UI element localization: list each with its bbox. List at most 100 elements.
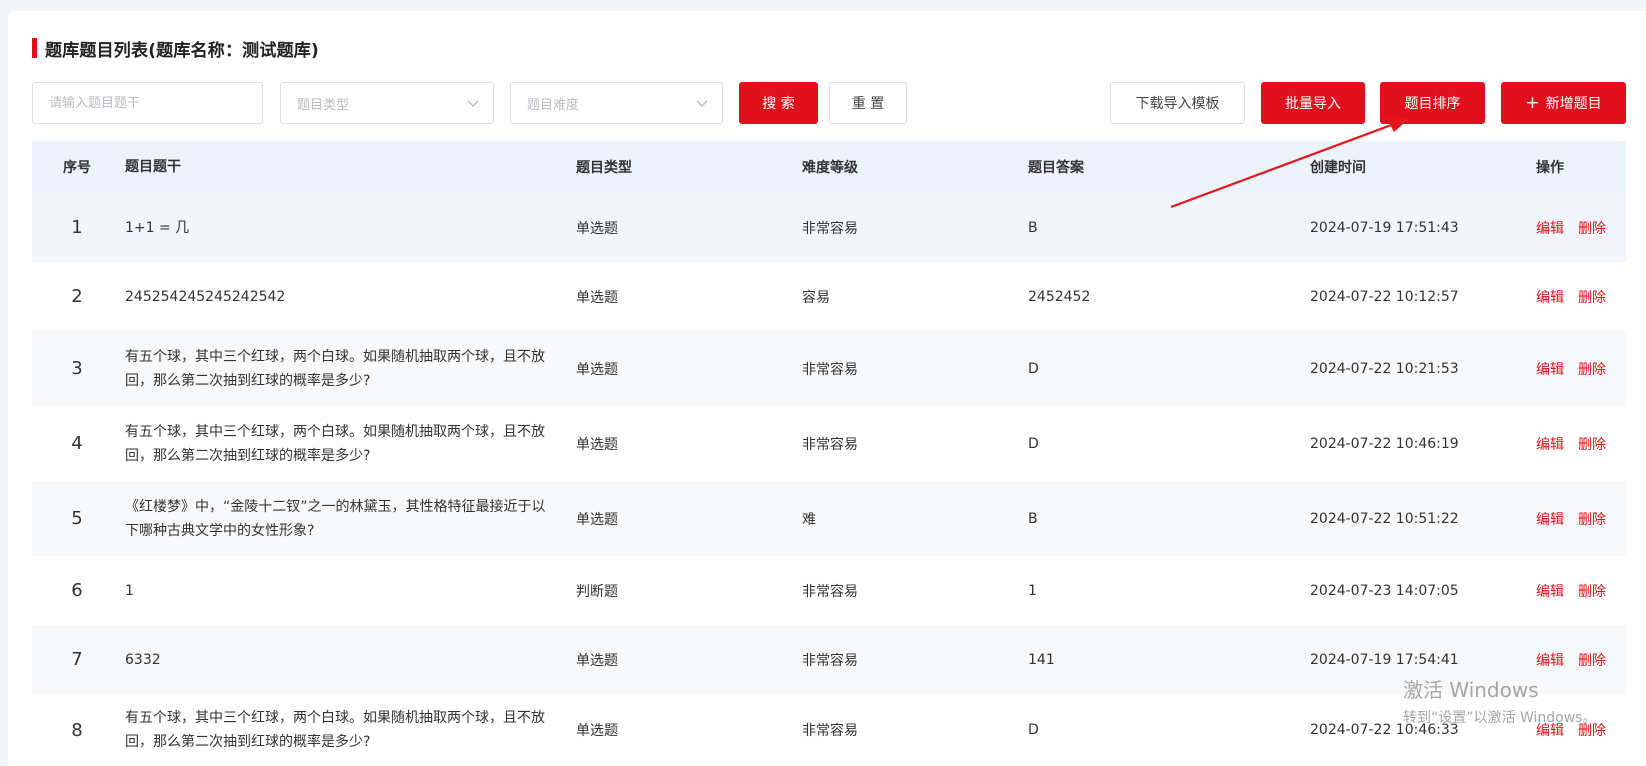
row-index: 1	[71, 217, 83, 238]
row-answer: D	[1028, 435, 1039, 452]
row-type: 单选题	[576, 652, 618, 669]
row-created: 2024-07-22 10:46:19	[1310, 435, 1459, 452]
batch-import-button[interactable]: 批量导入	[1261, 82, 1365, 124]
row-stem: 6332	[125, 651, 161, 668]
row-type: 单选题	[576, 511, 618, 528]
download-template-button[interactable]: 下载导入模板	[1110, 82, 1245, 124]
edit-link[interactable]: 编辑	[1536, 509, 1564, 529]
row-type: 单选题	[576, 289, 618, 306]
row-actions: 编辑 删除	[1536, 434, 1626, 454]
delete-link[interactable]: 删除	[1578, 359, 1606, 379]
row-answer: D	[1028, 722, 1039, 738]
chevron-down-icon	[696, 100, 708, 107]
row-index: 2	[71, 286, 83, 307]
row-difficulty: 非常容易	[802, 723, 858, 739]
row-created: 2024-07-22 10:12:57	[1310, 288, 1459, 305]
col-header-stem: 题目题干	[125, 159, 181, 175]
edit-link[interactable]: 编辑	[1536, 218, 1564, 238]
delete-link[interactable]: 删除	[1578, 287, 1606, 307]
watermark-line1: 激活 Windows	[1403, 678, 1539, 702]
row-stem: 有五个球，其中三个红球，两个白球。如果随机抽取两个球，且不放回，那么第二次抽到红…	[125, 348, 545, 389]
delete-link[interactable]: 删除	[1578, 581, 1606, 601]
row-created: 2024-07-23 14:07:05	[1310, 582, 1459, 599]
row-actions: 编辑 删除	[1536, 650, 1626, 670]
col-header-created: 创建时间	[1310, 160, 1366, 176]
row-index: 8	[71, 719, 83, 741]
row-created: 2024-07-19 17:51:43	[1310, 219, 1459, 236]
row-actions: 编辑 删除	[1536, 359, 1626, 379]
delete-link[interactable]: 删除	[1578, 434, 1606, 454]
row-difficulty: 非常容易	[802, 436, 858, 453]
col-header-actions: 操作	[1536, 160, 1564, 176]
delete-link[interactable]: 删除	[1578, 218, 1606, 238]
edit-link[interactable]: 编辑	[1536, 287, 1564, 307]
windows-activation-watermark: 激活 Windows 转到“设置”以激活 Windows。	[1403, 674, 1596, 727]
sort-questions-button[interactable]: 题目排序	[1380, 82, 1485, 124]
title-accent-bar	[32, 38, 37, 58]
col-header-type: 题目类型	[576, 160, 632, 176]
table-row: 1 1+1 = 几 单选题 非常容易 B 2024-07-19 17:51:43…	[32, 193, 1626, 262]
questions-table: 序号 题目题干 题目类型 难度等级 题目答案 创建时间 操作 1 1+1 = 几…	[32, 141, 1626, 766]
row-actions: 编辑 删除	[1536, 581, 1626, 601]
table-row: 8 有五个球，其中三个红球，两个白球。如果随机抽取两个球，且不放回，那么第二次抽…	[32, 694, 1626, 766]
row-answer: D	[1028, 360, 1039, 377]
reset-button[interactable]: 重 置	[829, 82, 907, 124]
row-stem: 《红楼梦》中，“金陵十二钗”之一的林黛玉，其性格特征最接近于以下哪种古典文学中的…	[125, 498, 546, 539]
search-button[interactable]: 搜 索	[739, 82, 818, 124]
col-header-answer: 题目答案	[1028, 160, 1084, 176]
difficulty-select-placeholder: 题目难度	[527, 97, 580, 113]
row-created: 2024-07-19 17:54:41	[1310, 651, 1459, 668]
table-row: 4 有五个球，其中三个红球，两个白球。如果随机抽取两个球，且不放回，那么第二次抽…	[32, 406, 1626, 481]
row-stem: 1+1 = 几	[125, 219, 190, 236]
row-index: 7	[71, 649, 83, 670]
row-answer: B	[1028, 219, 1038, 236]
delete-link[interactable]: 删除	[1578, 509, 1606, 529]
row-type: 单选题	[576, 436, 618, 453]
stem-search-input[interactable]	[32, 82, 263, 124]
row-index: 4	[71, 433, 83, 454]
edit-link[interactable]: 编辑	[1536, 434, 1564, 454]
row-index: 5	[71, 508, 83, 529]
row-answer: 141	[1028, 651, 1055, 668]
plus-icon: +	[1525, 92, 1540, 113]
row-stem: 有五个球，其中三个红球，两个白球。如果随机抽取两个球，且不放回，那么第二次抽到红…	[125, 423, 545, 464]
row-stem: 1	[125, 582, 134, 599]
table-row: 2 245254245245242542 单选题 容易 2452452 2024…	[32, 262, 1626, 331]
row-answer: 1	[1028, 582, 1037, 599]
page-title: 题库题目列表(题库名称：测试题库)	[32, 37, 319, 61]
chevron-down-icon	[467, 100, 479, 107]
page-title-text: 题库题目列表(题库名称：测试题库)	[45, 40, 319, 61]
row-difficulty: 非常容易	[802, 583, 858, 600]
row-index: 3	[71, 358, 83, 379]
table-row: 5 《红楼梦》中，“金陵十二钗”之一的林黛玉，其性格特征最接近于以下哪种古典文学…	[32, 481, 1626, 556]
row-difficulty: 非常容易	[802, 220, 858, 237]
edit-link[interactable]: 编辑	[1536, 359, 1564, 379]
row-created: 2024-07-22 10:51:22	[1310, 510, 1459, 527]
table-row: 6 1 判断题 非常容易 1 2024-07-23 14:07:05 编辑 删除	[32, 556, 1626, 625]
difficulty-select[interactable]: 题目难度	[510, 82, 723, 124]
row-answer: B	[1028, 510, 1038, 527]
row-difficulty: 容易	[802, 289, 830, 306]
type-select-placeholder: 题目类型	[297, 97, 350, 113]
row-difficulty: 难	[802, 511, 816, 528]
edit-link[interactable]: 编辑	[1536, 581, 1564, 601]
row-type: 单选题	[576, 220, 618, 237]
row-index: 6	[71, 580, 83, 601]
delete-link[interactable]: 删除	[1578, 650, 1606, 670]
row-actions: 编辑 删除	[1536, 218, 1626, 238]
row-type: 单选题	[576, 361, 618, 378]
col-header-difficulty: 难度等级	[802, 160, 858, 176]
col-header-index: 序号	[63, 160, 91, 176]
watermark-line2: 转到“设置”以激活 Windows。	[1403, 710, 1597, 726]
row-difficulty: 非常容易	[802, 361, 858, 378]
type-select[interactable]: 题目类型	[280, 82, 494, 124]
row-created: 2024-07-22 10:21:53	[1310, 360, 1459, 377]
row-difficulty: 非常容易	[802, 652, 858, 669]
add-question-button[interactable]: + 新增题目	[1501, 82, 1626, 124]
row-actions: 编辑 删除	[1536, 509, 1626, 529]
add-question-label: 新增题目	[1545, 96, 1602, 112]
row-answer: 2452452	[1028, 288, 1091, 305]
row-stem: 245254245245242542	[125, 288, 286, 305]
row-type: 判断题	[576, 583, 618, 600]
edit-link[interactable]: 编辑	[1536, 650, 1564, 670]
